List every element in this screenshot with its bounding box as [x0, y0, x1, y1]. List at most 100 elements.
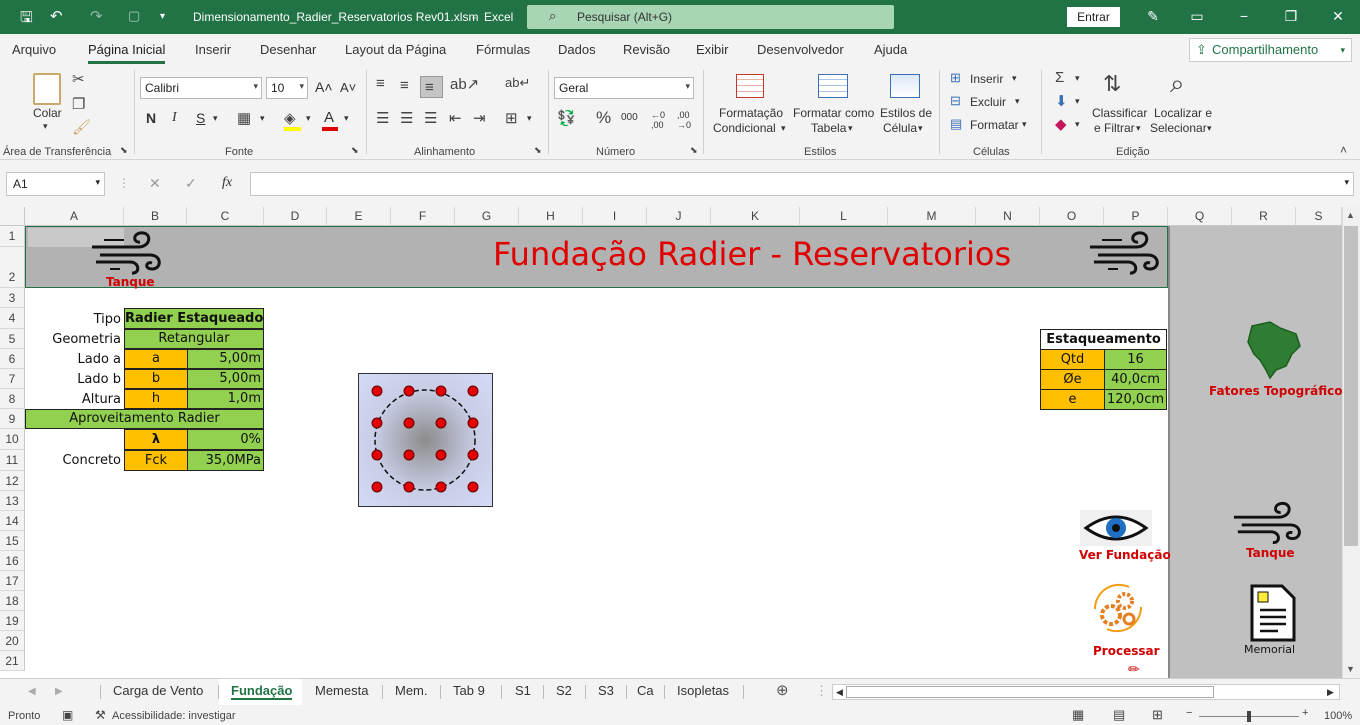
- autosum-icon[interactable]: Σ: [1055, 69, 1064, 86]
- column-header[interactable]: O: [1040, 207, 1104, 226]
- align-top-icon[interactable]: ≡: [376, 75, 385, 92]
- tab-carga-de-vento[interactable]: Carga de Vento: [113, 683, 203, 698]
- grow-font-icon[interactable]: A˄: [315, 79, 333, 95]
- column-header[interactable]: F: [391, 207, 455, 226]
- number-format-select[interactable]: Geral ▾: [554, 77, 694, 99]
- row-header[interactable]: 6: [0, 349, 25, 369]
- paste-button[interactable]: Colar: [33, 106, 62, 120]
- row-header[interactable]: 21: [0, 651, 25, 671]
- row-header[interactable]: 15: [0, 531, 25, 551]
- align-center-icon[interactable]: ☰: [400, 109, 413, 127]
- customize-toolbar-icon[interactable]: ▾: [160, 11, 165, 22]
- redo-icon[interactable]: ↷: [90, 7, 103, 25]
- fill-icon[interactable]: ⬇: [1055, 92, 1068, 110]
- dialog-launcher-icon[interactable]: ⬊: [690, 145, 698, 156]
- decrease-decimal-icon[interactable]: ,00 →0: [677, 110, 691, 130]
- eye-icon[interactable]: [1080, 510, 1152, 546]
- next-sheet-icon[interactable]: ▶: [55, 686, 63, 697]
- dialog-launcher-icon[interactable]: ⬊: [351, 145, 359, 156]
- merge-center-icon[interactable]: ⊞: [505, 109, 518, 127]
- borders-icon[interactable]: ▦: [237, 109, 251, 127]
- cancel-icon[interactable]: ✕: [149, 175, 161, 192]
- brazil-map-icon[interactable]: [1244, 320, 1302, 380]
- dialog-launcher-icon[interactable]: ⬊: [120, 145, 128, 156]
- bold-button[interactable]: N: [146, 110, 156, 126]
- align-left-icon[interactable]: ☰: [376, 109, 389, 127]
- cut-icon[interactable]: ✂: [72, 70, 85, 88]
- memorial-button[interactable]: Memorial: [1244, 643, 1295, 656]
- insert-button[interactable]: Inserir: [970, 72, 1003, 86]
- fatores-topograficos-button[interactable]: Fatores Topográficos: [1209, 384, 1350, 398]
- font-name-select[interactable]: Calibri ▾: [140, 77, 262, 99]
- currency-icon[interactable]: 💱: [557, 109, 576, 127]
- column-header[interactable]: G: [455, 207, 519, 226]
- row-header[interactable]: 10: [0, 429, 25, 450]
- menu-exibir[interactable]: Exibir: [696, 42, 729, 57]
- menu-desenvolvedor[interactable]: Desenvolvedor: [757, 42, 844, 57]
- menu-arquivo[interactable]: Arquivo: [12, 42, 56, 57]
- decrease-indent-icon[interactable]: ⇤: [449, 109, 462, 127]
- restore-icon[interactable]: ❐: [1281, 8, 1301, 25]
- fill-color-icon[interactable]: ◈: [284, 109, 296, 127]
- row-header[interactable]: 7: [0, 369, 25, 389]
- lambda-value[interactable]: 0%: [187, 429, 264, 450]
- select-all-corner[interactable]: [0, 207, 25, 226]
- gears-icon[interactable]: [1089, 579, 1147, 637]
- accessibility-icon[interactable]: ⚒: [95, 708, 106, 722]
- wind-icon[interactable]: [1232, 499, 1304, 549]
- collapse-ribbon-icon[interactable]: ˄: [1340, 143, 1347, 157]
- tab-mem[interactable]: Mem.: [395, 683, 428, 698]
- menu-revisao[interactable]: Revisão: [623, 42, 670, 57]
- vertical-scroll-thumb[interactable]: [1344, 226, 1358, 546]
- dialog-launcher-icon[interactable]: ⬊: [534, 145, 542, 156]
- menu-layout[interactable]: Layout da Página: [345, 42, 446, 57]
- column-header[interactable]: I: [583, 207, 647, 226]
- column-header[interactable]: B: [124, 207, 187, 226]
- font-color-icon[interactable]: A: [324, 109, 334, 126]
- row-header[interactable]: 9: [0, 409, 25, 429]
- menu-ajuda[interactable]: Ajuda: [874, 42, 907, 57]
- tab-s2[interactable]: S2: [556, 683, 572, 698]
- column-header[interactable]: P: [1104, 207, 1168, 226]
- menu-inserir[interactable]: Inserir: [195, 42, 231, 57]
- column-header[interactable]: N: [976, 207, 1040, 226]
- cell-styles-button[interactable]: Estilos de: [880, 106, 932, 120]
- shrink-font-icon[interactable]: A˅: [340, 80, 356, 95]
- add-sheet-icon[interactable]: ⊕: [776, 681, 789, 699]
- scroll-up-icon[interactable]: ▲: [1346, 210, 1355, 220]
- normal-view-icon[interactable]: ▦: [1072, 707, 1084, 723]
- comment-icon[interactable]: ▢: [128, 8, 140, 24]
- column-header[interactable]: L: [800, 207, 888, 226]
- ribbon-display-icon[interactable]: ▭: [1187, 8, 1207, 25]
- column-header[interactable]: E: [327, 207, 391, 226]
- worksheet-grid[interactable]: A B C D E F G H I J K L M N O P Q R S 1 …: [0, 207, 1360, 678]
- accessibility-status[interactable]: Acessibilidade: investigar: [112, 710, 236, 722]
- row-header[interactable]: 11: [0, 450, 25, 471]
- enter-icon[interactable]: ✓: [185, 175, 197, 192]
- row-header[interactable]: 13: [0, 491, 25, 511]
- format-painter-icon[interactable]: 🖌: [72, 118, 91, 136]
- memorial-document-icon[interactable]: [1248, 584, 1298, 642]
- ver-fundacao-button[interactable]: Ver Fundação: [1079, 548, 1171, 562]
- format-button[interactable]: Formatar: [970, 118, 1019, 132]
- zoom-level[interactable]: 100%: [1324, 710, 1352, 722]
- percent-icon[interactable]: %: [596, 108, 611, 128]
- clear-icon[interactable]: ◆: [1055, 115, 1067, 133]
- tab-isopletas[interactable]: Isopletas: [677, 683, 729, 698]
- geometria-value[interactable]: Retangular: [124, 329, 264, 349]
- diameter-value[interactable]: 40,0cm: [1104, 369, 1167, 390]
- column-header[interactable]: A: [25, 207, 124, 226]
- row-header[interactable]: 17: [0, 571, 25, 591]
- tab-memesta[interactable]: Memesta: [315, 683, 368, 698]
- tab-fundacao[interactable]: Fundação: [231, 683, 293, 700]
- row-header[interactable]: 2: [0, 247, 25, 288]
- row-header[interactable]: 20: [0, 631, 25, 651]
- row-header[interactable]: 3: [0, 288, 25, 308]
- row-header[interactable]: 12: [0, 471, 25, 491]
- menu-formulas[interactable]: Fórmulas: [476, 42, 530, 57]
- wrap-text-icon[interactable]: ab↵: [505, 75, 530, 91]
- sort-filter-button[interactable]: Classificar: [1092, 106, 1147, 120]
- column-header[interactable]: M: [888, 207, 976, 226]
- row-header[interactable]: 16: [0, 551, 25, 571]
- tab-s1[interactable]: S1: [515, 683, 531, 698]
